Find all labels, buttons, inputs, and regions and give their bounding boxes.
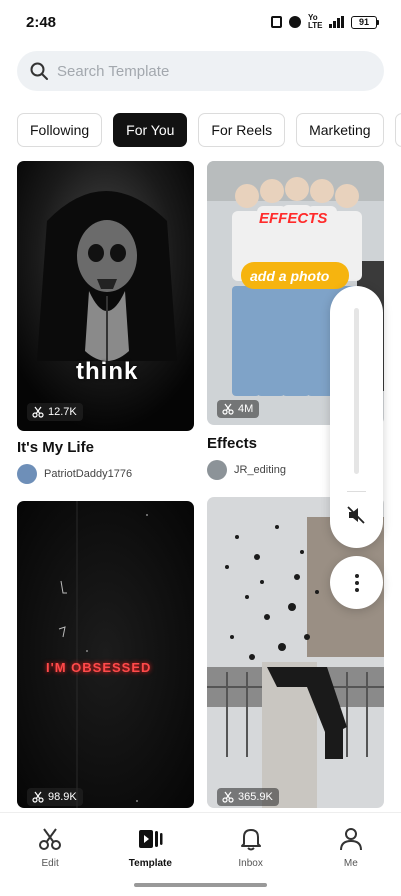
network-label: Yo LTE: [308, 13, 323, 30]
nav-me[interactable]: Me: [301, 813, 401, 896]
scissors-icon: [39, 828, 62, 850]
home-indicator[interactable]: [134, 883, 267, 887]
volume-panel: [330, 286, 383, 548]
alarm-icon: [289, 16, 301, 28]
thumbnail-caption: EFFECTS: [259, 210, 328, 227]
tab-for-reels[interactable]: For Reels: [198, 113, 286, 147]
use-count: 4M: [238, 403, 254, 415]
nav-label: Me: [343, 858, 358, 869]
category-tabs: Following For You For Reels Marketing Fo: [17, 113, 401, 147]
search-icon: [30, 62, 48, 80]
use-count: 365.9K: [238, 791, 273, 803]
thumbnail-caption: I'M OBSESSED: [46, 660, 152, 675]
thumbnail-caption: think: [76, 358, 139, 385]
template-thumbnail: [17, 501, 194, 808]
scissors-icon: [32, 791, 44, 803]
template-title[interactable]: Effects: [207, 435, 257, 452]
scissors-icon: [222, 791, 234, 803]
use-count: 12.7K: [48, 406, 77, 418]
template-card-its-my-life[interactable]: think 12.7K: [17, 161, 194, 431]
tab-following[interactable]: Following: [17, 113, 103, 147]
more-icon: [354, 573, 359, 578]
use-count: 98.9K: [48, 791, 77, 803]
search-input[interactable]: [57, 62, 337, 80]
tab-partial[interactable]: Fo: [394, 113, 401, 147]
thumbnail-subcaption: add a photo: [250, 268, 330, 284]
author-name: JR_editing: [234, 464, 286, 476]
nav-label: Template: [128, 858, 172, 869]
signal-icon: [329, 16, 344, 28]
template-author[interactable]: JR_editing: [207, 460, 286, 480]
nav-label: Inbox: [238, 858, 263, 869]
battery-level: 91: [351, 15, 377, 29]
scissors-icon: [222, 403, 234, 415]
person-icon: [339, 828, 362, 851]
tab-for-you[interactable]: For You: [113, 113, 188, 147]
template-card-obsessed[interactable]: I'M OBSESSED 98.9K: [17, 501, 194, 808]
search-bar[interactable]: [17, 51, 384, 91]
panel-divider: [347, 491, 366, 492]
nfc-icon: [271, 16, 282, 28]
bell-icon: [240, 829, 261, 851]
use-count-badge: 98.9K: [27, 788, 83, 806]
avatar: [207, 460, 227, 480]
author-name: PatriotDaddy1776: [44, 468, 133, 480]
scissors-icon: [32, 406, 44, 418]
template-author[interactable]: PatriotDaddy1776: [17, 464, 132, 484]
nav-label: Edit: [41, 858, 59, 869]
use-count-badge: 4M: [217, 400, 260, 418]
nav-edit[interactable]: Edit: [0, 813, 100, 896]
use-count-badge: 12.7K: [27, 403, 83, 421]
template-thumbnail: [17, 161, 194, 431]
battery-icon: 91: [351, 15, 379, 29]
template-title[interactable]: It's My Life: [17, 439, 94, 456]
template-icon: [139, 830, 163, 848]
more-options-button[interactable]: [330, 556, 383, 609]
status-time: 2:48: [26, 13, 57, 31]
volume-slider[interactable]: [354, 308, 359, 474]
use-count-badge: 365.9K: [217, 788, 279, 806]
mute-icon[interactable]: [345, 504, 367, 526]
status-icons: Yo LTE 91: [271, 14, 379, 30]
status-bar: 2:48 Yo LTE 91: [0, 0, 401, 44]
tab-marketing[interactable]: Marketing: [296, 113, 384, 147]
avatar: [17, 464, 37, 484]
